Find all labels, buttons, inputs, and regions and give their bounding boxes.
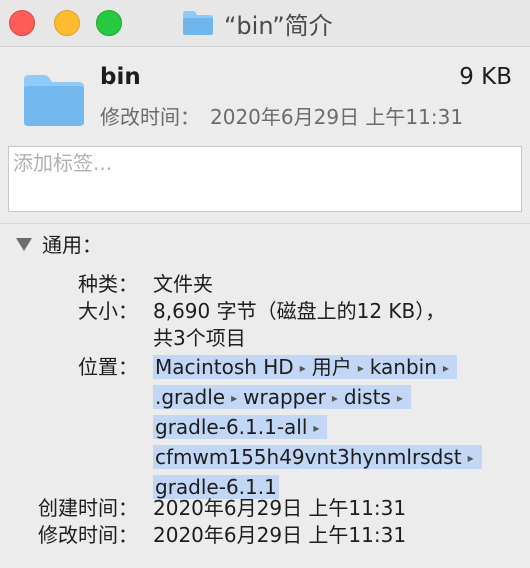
size-value: 8,690 字节（磁盘上的12 KB）， 共3个项目 bbox=[153, 298, 503, 352]
path-separator-icon: ▸ bbox=[396, 391, 403, 405]
header-modified-label: 修改时间： bbox=[100, 105, 200, 129]
path-segment: cfmwm155h49vnt3hynmlrsdst bbox=[155, 445, 462, 469]
size-value-line2: 共3个项目 bbox=[153, 326, 246, 350]
size-label: 大小： bbox=[78, 299, 138, 323]
modified-value: 2020年6月29日 上午11:31 bbox=[153, 523, 407, 547]
general-section-title: 通用： bbox=[42, 232, 102, 257]
created-value: 2020年6月29日 上午11:31 bbox=[153, 496, 407, 520]
header-modified-value: 2020年6月29日 上午11:31 bbox=[210, 105, 464, 129]
path-segment: .gradle bbox=[155, 385, 226, 409]
created-label: 创建时间： bbox=[38, 496, 138, 520]
info-window: “bin”简介 bin 9 KB 修改时间： 2020年6月29日 上午11:31… bbox=[0, 0, 530, 568]
path-segment: gradle-6.1.1-all bbox=[155, 415, 308, 439]
path-separator-icon: ▸ bbox=[467, 451, 474, 465]
folder-icon bbox=[183, 11, 213, 35]
modified-label: 修改时间： bbox=[38, 523, 138, 547]
kind-value: 文件夹 bbox=[153, 272, 213, 296]
minimize-button[interactable] bbox=[54, 10, 80, 36]
zoom-button[interactable] bbox=[96, 10, 122, 36]
path-separator-icon: ▸ bbox=[313, 421, 320, 435]
file-name: bin bbox=[100, 64, 141, 90]
path-segment: Macintosh HD bbox=[155, 355, 294, 379]
close-button[interactable] bbox=[9, 10, 35, 36]
path-separator-icon: ▸ bbox=[442, 361, 449, 375]
window-title: “bin”简介 bbox=[224, 11, 333, 40]
kind-label: 种类： bbox=[78, 272, 138, 296]
path-separator-icon: ▸ bbox=[357, 361, 364, 375]
folder-icon-large bbox=[24, 75, 84, 126]
path-separator-icon: ▸ bbox=[331, 391, 338, 405]
window-title-group: “bin”简介 bbox=[182, 6, 333, 40]
where-label: 位置： bbox=[78, 355, 138, 379]
path-segment: wrapper bbox=[243, 385, 326, 409]
title-bar: “bin”简介 bbox=[0, 0, 530, 47]
file-size: 9 KB bbox=[459, 64, 512, 90]
location-path[interactable]: Macintosh HD ▸ 用户 ▸ kanbin ▸ .gradle ▸ wrapper ▸… bbox=[153, 354, 513, 501]
general-section-toggle[interactable]: 通用： bbox=[16, 230, 102, 257]
header-modified: 修改时间： 2020年6月29日 上午11:31 bbox=[100, 101, 463, 130]
path-segment: dists bbox=[343, 385, 391, 409]
divider bbox=[0, 223, 530, 224]
path-separator-icon: ▸ bbox=[231, 391, 238, 405]
disclosure-triangle-down-icon bbox=[16, 237, 32, 251]
size-value-line1: 8,690 字节（磁盘上的12 KB）， bbox=[153, 299, 446, 323]
path-separator-icon: ▸ bbox=[299, 361, 306, 375]
path-segment: kanbin bbox=[369, 355, 437, 379]
tags-input[interactable] bbox=[8, 146, 522, 212]
path-segment: 用户 bbox=[311, 355, 352, 379]
